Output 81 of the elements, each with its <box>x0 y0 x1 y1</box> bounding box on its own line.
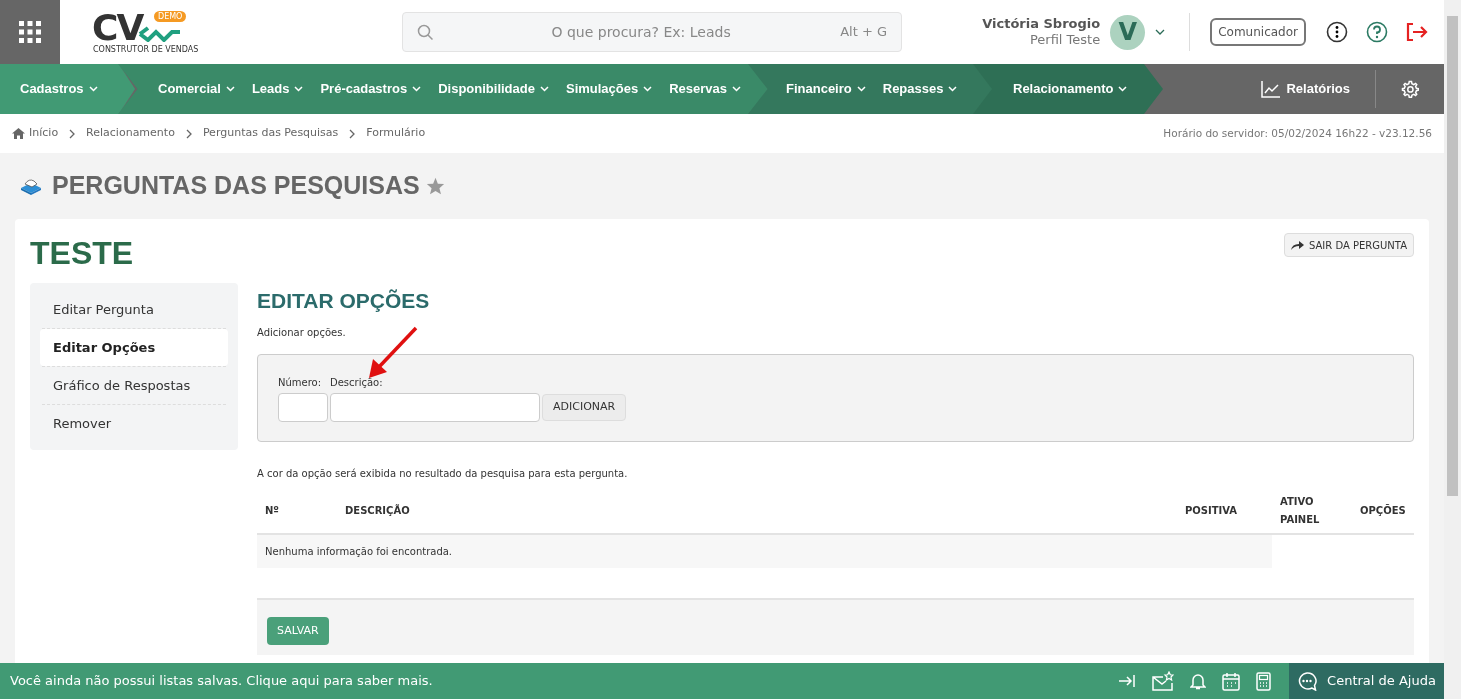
server-time: Horário do servidor: 05/02/2024 16h22 - v23.12.56 <box>1163 125 1432 141</box>
color-note: A cor da opção será exibida no resultado da pesquisa para esta pergunta. <box>257 467 629 481</box>
settings-icon[interactable] <box>1401 80 1419 98</box>
apps-menu-button[interactable] <box>0 0 60 64</box>
search-input[interactable]: O que procura? Ex: Leads <box>442 21 841 43</box>
side-menu-item[interactable]: Editar Pergunta <box>40 291 228 328</box>
saved-lists-message[interactable]: Você ainda não possui listas salvas. Clique aqui para saber mais. <box>10 671 433 691</box>
breadcrumb-link[interactable]: Perguntas das Pesquisas <box>202 125 339 142</box>
column-header: OPÇÕES <box>1352 488 1414 534</box>
scrollbar[interactable] <box>1444 0 1461 699</box>
section-title: EDITAR OPÇÕES <box>257 288 431 314</box>
grid-icon <box>18 20 42 44</box>
chevron-right-icon <box>349 128 356 139</box>
breadcrumb-link[interactable]: Formulário <box>366 125 426 142</box>
user-profile: Perfil Teste <box>1028 32 1101 48</box>
menu-item[interactable]: Leads <box>251 79 304 99</box>
empty-table-message: Nenhuma informação foi encontrada. <box>257 534 1272 568</box>
column-header: Nº <box>257 488 337 534</box>
side-menu-item[interactable]: Gráfico de Respostas <box>40 367 228 404</box>
chevron-down-icon <box>539 86 549 92</box>
logo[interactable]: CV DEMO CONSTRUTOR DE VENDAS <box>90 8 198 56</box>
menu-item[interactable]: Cadastros <box>20 79 98 99</box>
chevron-down-icon <box>856 86 866 92</box>
column-header: DESCRIÇÃO <box>337 488 1177 534</box>
calculator-icon[interactable] <box>1256 671 1271 691</box>
chevron-down-icon <box>948 86 958 92</box>
menu-item[interactable]: Simulações <box>565 79 653 99</box>
side-menu-item[interactable]: Remover <box>40 405 228 442</box>
breadcrumb-link[interactable]: Relacionamento <box>86 125 175 142</box>
help-icon[interactable] <box>1366 21 1388 43</box>
number-label: Número: <box>278 376 323 390</box>
line-chart-icon <box>1261 80 1281 98</box>
chevron-right-icon <box>185 128 192 139</box>
chevron-down-icon <box>732 86 742 92</box>
collapse-right-icon[interactable] <box>1118 674 1136 688</box>
favorite-star-icon[interactable] <box>425 177 445 195</box>
menu-item[interactable]: Financeiro <box>786 79 866 99</box>
save-button[interactable]: SALVAR <box>267 617 329 646</box>
mail-star-icon[interactable] <box>1152 671 1174 691</box>
chevron-down-icon <box>88 86 98 92</box>
notification-bell-icon[interactable] <box>1190 672 1206 690</box>
calendar-icon[interactable] <box>1222 671 1240 691</box>
more-options-icon[interactable] <box>1326 21 1348 43</box>
chevron-down-icon <box>1118 86 1128 92</box>
chevron-down-icon <box>412 86 422 92</box>
number-input[interactable] <box>278 393 328 422</box>
user-name: Victória Sbrogio <box>982 16 1101 32</box>
chevron-down-icon <box>294 86 304 92</box>
reports-link[interactable]: Relatórios <box>1261 79 1350 99</box>
share-arrow-icon <box>1291 240 1304 250</box>
home-icon[interactable] <box>12 128 25 139</box>
menu-item[interactable]: Comercial <box>158 79 235 99</box>
chevron-down-icon <box>643 86 653 92</box>
handshake-box-icon <box>20 176 42 196</box>
menu-item[interactable]: Repasses <box>882 79 958 99</box>
breadcrumb-link[interactable]: Início <box>29 125 59 142</box>
side-menu-item[interactable]: Editar Opções <box>40 329 228 366</box>
communicator-button[interactable]: Comunicador <box>1210 18 1306 46</box>
chevron-down-icon[interactable] <box>1155 29 1166 35</box>
page-title: PERGUNTAS DAS PESQUISAS <box>52 170 420 202</box>
menu-item[interactable]: Disponibilidade <box>438 79 549 99</box>
record-title: TESTE <box>30 234 134 273</box>
shortcut-hint: Alt + G <box>840 23 887 42</box>
section-hint: Adicionar opções. <box>257 326 347 340</box>
logout-icon[interactable] <box>1406 23 1428 41</box>
search-field[interactable]: O que procura? Ex: Leads Alt + G <box>402 12 902 52</box>
help-center-button[interactable]: Central de Ajuda <box>1289 663 1444 699</box>
menu-item[interactable]: Reservas <box>669 79 742 99</box>
menu-item[interactable]: Relacionamento <box>1013 79 1128 99</box>
add-button[interactable]: ADICIONAR <box>542 394 627 421</box>
description-input[interactable] <box>330 393 540 422</box>
description-label: Descrição: <box>330 376 384 390</box>
search-icon <box>417 23 434 41</box>
chevron-down-icon <box>225 86 235 92</box>
column-header: POSITIVA <box>1177 488 1272 534</box>
chevron-right-icon <box>69 128 76 139</box>
exit-question-button[interactable]: SAIR DA PERGUNTA <box>1284 233 1414 257</box>
menu-item[interactable]: Pré-cadastros <box>320 79 422 99</box>
column-header: ATIVO PAINEL <box>1272 488 1352 534</box>
user-avatar[interactable]: V <box>1110 14 1146 50</box>
chat-bubble-icon <box>1297 671 1318 691</box>
